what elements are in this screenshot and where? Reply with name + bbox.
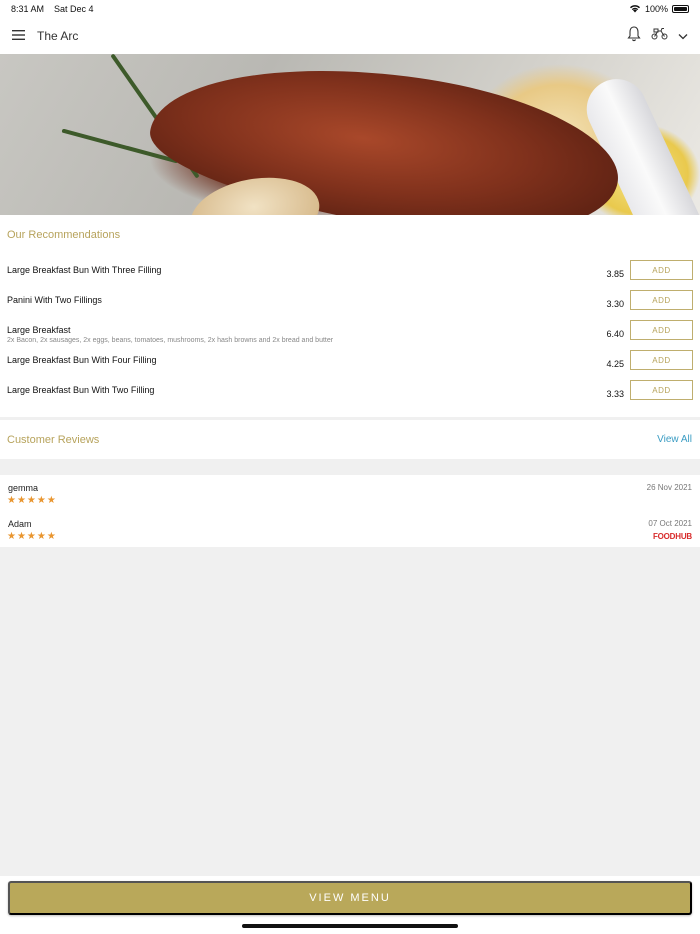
recommendation-item: Large Breakfast Bun With Two Filling 3.3…: [0, 380, 700, 415]
home-indicator: [242, 924, 458, 928]
bell-icon[interactable]: [627, 25, 641, 47]
item-name: Large Breakfast Bun With Two Filling: [7, 385, 155, 395]
status-date: Sat Dec 4: [54, 4, 94, 14]
reviewer-name: Adam: [8, 519, 32, 529]
recommendation-item: Large Breakfast Bun With Three Filling 3…: [0, 260, 700, 295]
recommendation-item: Large Breakfast 2x Bacon, 2x sausages, 2…: [0, 320, 700, 355]
item-name: Large Breakfast: [7, 325, 71, 335]
item-description: 2x Bacon, 2x sausages, 2x eggs, beans, t…: [7, 337, 334, 344]
star-rating: ★★★★★: [7, 531, 57, 542]
review-item: Adam ★★★★★ 07 Oct 2021 FOODHUB: [0, 519, 700, 555]
battery-icon: [672, 5, 689, 13]
reviews-list: gemma ★★★★★ 26 Nov 2021 Adam ★★★★★ 07 Oc…: [0, 475, 700, 547]
recommendation-item: Large Breakfast Bun With Four Filling 4.…: [0, 350, 700, 385]
item-name: Panini With Two Fillings: [7, 295, 102, 305]
reviews-title: Customer Reviews: [7, 434, 100, 446]
app-header: The Arc: [0, 18, 700, 54]
status-time: 8:31 AM: [11, 4, 45, 14]
review-item: gemma ★★★★★ 26 Nov 2021: [0, 483, 700, 519]
bottom-bar: VIEW MENU: [0, 876, 700, 934]
menu-icon[interactable]: [12, 27, 25, 45]
reviewer-name: gemma: [8, 483, 39, 493]
header-actions: [627, 25, 688, 47]
item-price: 3.33: [606, 389, 624, 399]
view-all-reviews-link[interactable]: View All: [657, 434, 692, 445]
status-right: 100%: [629, 4, 689, 15]
hero-food-image: [0, 54, 700, 215]
status-bar: 8:31 AM Sat Dec 4 100%: [0, 0, 700, 18]
reviews-header: Customer Reviews View All: [0, 420, 700, 459]
wifi-icon: [629, 4, 641, 15]
add-button[interactable]: ADD: [630, 320, 693, 340]
view-menu-button[interactable]: VIEW MENU: [8, 881, 692, 915]
add-button[interactable]: ADD: [630, 290, 693, 310]
battery-percent: 100%: [644, 4, 668, 14]
item-name: Large Breakfast Bun With Four Filling: [7, 355, 157, 365]
delivery-scooter-icon[interactable]: [651, 27, 668, 45]
recommendations-section: Our Recommendations Large Breakfast Bun …: [0, 215, 700, 417]
recommendation-item: Panini With Two Fillings 3.30 ADD: [0, 290, 700, 325]
star-rating: ★★★★★: [7, 495, 57, 506]
restaurant-title: The Arc: [37, 29, 79, 43]
add-button[interactable]: ADD: [630, 380, 693, 400]
item-price: 6.40: [606, 329, 624, 339]
review-date: 07 Oct 2021: [648, 519, 692, 528]
item-price: 4.25: [606, 359, 624, 369]
review-date: 26 Nov 2021: [646, 483, 692, 492]
recommendations-title: Our Recommendations: [7, 229, 121, 241]
add-button[interactable]: ADD: [630, 260, 693, 280]
foodhub-logo: FOODHUB: [652, 532, 692, 541]
item-price: 3.30: [606, 299, 624, 309]
chevron-down-icon[interactable]: [678, 27, 688, 45]
item-price: 3.85: [606, 269, 624, 279]
item-name: Large Breakfast Bun With Three Filling: [7, 265, 162, 275]
add-button[interactable]: ADD: [630, 350, 693, 370]
